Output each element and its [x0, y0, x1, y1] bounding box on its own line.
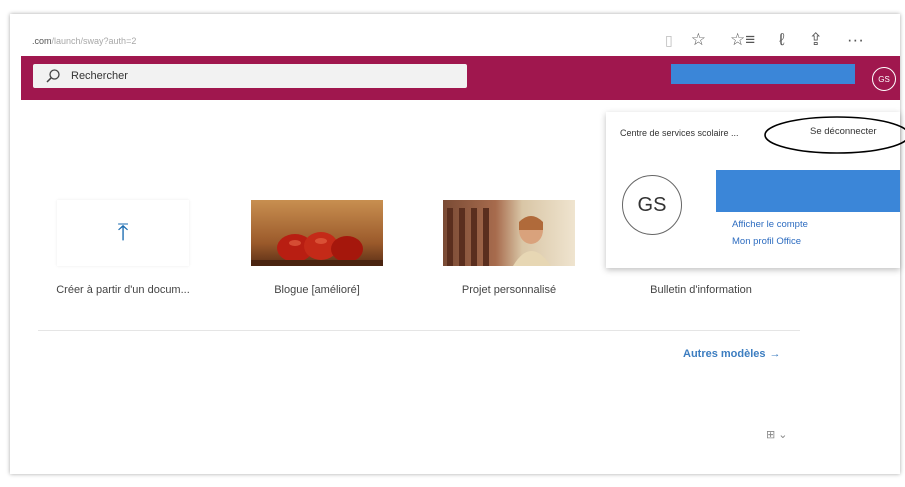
office-profile-link[interactable]: Mon profil Office: [732, 236, 801, 247]
divider: [38, 330, 800, 331]
search-placeholder: Rechercher: [71, 70, 128, 82]
upload-icon: ⤒: [117, 219, 129, 246]
arrow-right-icon: →: [769, 348, 781, 360]
template-label: Bulletin d'information: [650, 284, 752, 296]
highlight-ellipse: [764, 116, 905, 154]
blog-thumbnail-image: [251, 200, 383, 266]
upload-thumbnail: ⤒: [57, 200, 189, 266]
sway-header-bar: Rechercher GS: [21, 56, 900, 100]
template-label: Projet personnalisé: [461, 284, 557, 296]
url-text[interactable]: .com/launch/sway?auth=2: [32, 36, 136, 46]
template-personal-project[interactable]: Projet personnalisé: [434, 200, 584, 296]
more-templates-link[interactable]: Autres modèles →: [683, 348, 781, 360]
favorites-list-icon[interactable]: ☆≡: [730, 30, 755, 50]
share-icon[interactable]: ⇪: [809, 30, 823, 50]
tomatoes-image: [251, 232, 383, 266]
redacted-account-name: [716, 170, 900, 212]
account-menu-popup: Centre de services scolaire ... Se décon…: [606, 112, 905, 268]
reading-view-icon[interactable]: ▯: [665, 30, 673, 50]
template-upload-document[interactable]: ⤒ Créer à partir d'un docum...: [48, 200, 198, 296]
browser-toolbar: ▯ ☆ ☆≡ ℓ ⇪ ···: [665, 30, 888, 50]
grid-view-toggle[interactable]: ⊞ ⌄: [766, 428, 788, 441]
browser-window: .com/launch/sway?auth=2 ▯ ☆ ☆≡ ℓ ⇪ ··· R…: [10, 14, 905, 474]
more-icon[interactable]: ···: [847, 30, 864, 50]
account-avatar-button[interactable]: GS: [872, 67, 896, 91]
painter-image: [447, 208, 551, 266]
view-account-link[interactable]: Afficher le compte: [732, 219, 808, 230]
template-label: Blogue [amélioré]: [274, 284, 360, 296]
project-thumbnail-image: [443, 200, 575, 266]
redacted-username: [671, 64, 855, 84]
favorite-star-icon[interactable]: ☆: [691, 30, 706, 50]
account-avatar: GS: [622, 175, 682, 235]
template-label: Créer à partir d'un docum...: [56, 284, 190, 296]
search-icon: [46, 69, 60, 83]
organization-name: Centre de services scolaire ...: [620, 128, 739, 138]
template-blog[interactable]: Blogue [amélioré]: [242, 200, 392, 296]
pen-icon[interactable]: ℓ: [779, 30, 785, 50]
search-input[interactable]: Rechercher: [33, 64, 467, 88]
